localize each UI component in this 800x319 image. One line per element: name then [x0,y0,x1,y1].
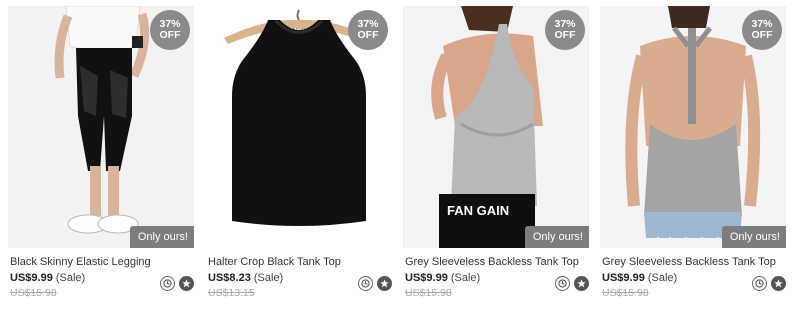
product-card[interactable]: 37% OFF Only ours! Grey Sleeveless Backl… [600,0,786,319]
star-icon[interactable] [771,276,786,291]
clock-icon[interactable] [555,276,570,291]
price: US$9.99 [405,272,448,284]
only-ours-tag: Only ours! [721,226,786,248]
card-actions [160,276,194,291]
discount-off-label: OFF [159,29,181,41]
product-title[interactable]: Halter Crop Black Tank Top [208,256,341,268]
product-image[interactable]: 37% OFF Only ours! [600,6,786,248]
product-title[interactable]: Grey Sleeveless Backless Tank Top [405,256,579,268]
discount-off-label: OFF [554,29,576,41]
clock-icon[interactable] [160,276,175,291]
product-title[interactable]: Black Skinny Elastic Legging [10,256,151,268]
price-row: US$9.99 (Sale) [602,272,677,284]
discount-off-label: OFF [751,29,773,41]
price-row: US$8.23 (Sale) [208,272,283,284]
clock-icon[interactable] [752,276,767,291]
star-icon[interactable] [377,276,392,291]
product-image[interactable]: FAN GAIN 37% OFF Only ours! [403,6,589,248]
product-image[interactable]: BERNARD LAFO 37% OFF [206,6,392,248]
price-row: US$9.99 (Sale) [405,272,480,284]
sale-label: (Sale) [450,272,481,284]
product-card[interactable]: BERNARD LAFO 37% OFF Halter Crop Black T… [206,0,392,319]
product-card[interactable]: FAN GAIN 37% OFF Only ours! Grey Sleevel… [403,0,589,319]
old-price: US$13.15 [208,287,255,299]
card-actions [358,276,392,291]
star-icon[interactable] [574,276,589,291]
discount-badge: 37% OFF [742,10,782,50]
old-price: US$15.98 [602,287,649,299]
shorts-print-text: FAN GAIN [447,203,509,218]
discount-badge: 37% OFF [348,10,388,50]
card-actions [555,276,589,291]
star-icon[interactable] [179,276,194,291]
only-ours-tag: Only ours! [524,226,589,248]
product-card[interactable]: 37% OFF Only ours! Black Skinny Elastic … [8,0,194,319]
sale-label: (Sale) [253,272,284,284]
product-grid: 37% OFF Only ours! Black Skinny Elastic … [0,0,800,319]
product-title[interactable]: Grey Sleeveless Backless Tank Top [602,256,776,268]
discount-badge: 37% OFF [150,10,190,50]
card-actions [752,276,786,291]
discount-badge: 37% OFF [545,10,585,50]
old-price: US$15.98 [405,287,452,299]
only-ours-tag: Only ours! [129,226,194,248]
price: US$9.99 [602,272,645,284]
product-image[interactable]: 37% OFF Only ours! [8,6,194,248]
discount-off-label: OFF [357,29,379,41]
clock-icon[interactable] [358,276,373,291]
price-row: US$9.99 (Sale) [10,272,85,284]
sale-label: (Sale) [55,272,86,284]
price: US$9.99 [10,272,53,284]
price: US$8.23 [208,272,251,284]
old-price: US$15.98 [10,287,57,299]
sale-label: (Sale) [647,272,678,284]
